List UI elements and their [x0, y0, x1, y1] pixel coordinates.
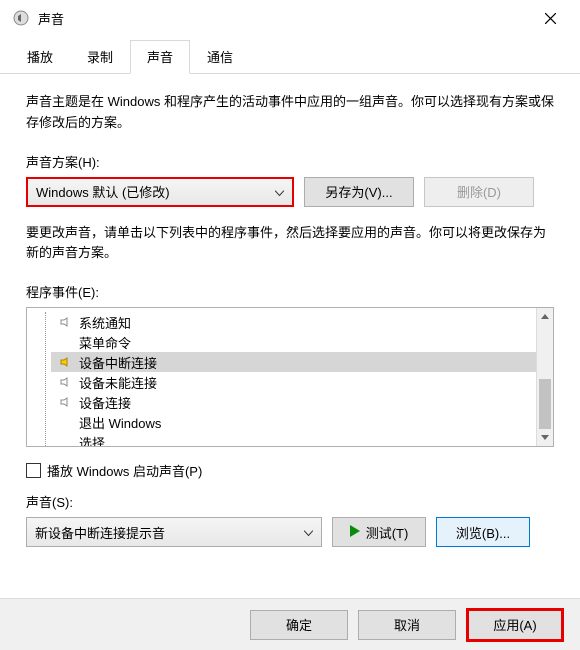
chevron-down-icon [275, 184, 284, 199]
speaker-muted-icon [57, 396, 75, 408]
scheme-value: Windows 默认 (已修改) [36, 182, 170, 201]
event-name: 菜单命令 [79, 333, 131, 352]
window-title: 声音 [38, 9, 528, 28]
tab-playback[interactable]: 播放 [10, 40, 70, 73]
content: 声音主题是在 Windows 和程序产生的活动事件中应用的一组声音。你可以选择现… [0, 74, 580, 547]
list-item[interactable]: 退出 Windows [51, 412, 553, 432]
event-name: 退出 Windows [79, 413, 161, 432]
list-item[interactable]: 设备连接 [51, 392, 553, 412]
description-2: 要更改声音，请单击以下列表中的程序事件，然后选择要应用的声音。你可以将更改保存为… [26, 223, 554, 265]
scrollbar[interactable] [536, 308, 553, 446]
tab-communications[interactable]: 通信 [190, 40, 250, 73]
scroll-down-button[interactable] [537, 429, 553, 446]
tree-line [45, 312, 46, 446]
event-name: 设备连接 [79, 393, 131, 412]
speaker-muted-icon [57, 316, 75, 328]
tab-sounds[interactable]: 声音 [130, 40, 190, 74]
startup-sound-label: 播放 Windows 启动声音(P) [47, 461, 202, 480]
scroll-up-button[interactable] [537, 308, 553, 325]
speaker-active-icon [57, 356, 75, 368]
cancel-button[interactable]: 取消 [358, 610, 456, 640]
sound-label: 声音(S): [26, 492, 554, 511]
delete-button: 删除(D) [424, 177, 534, 207]
dialog-buttons: 确定 取消 应用(A) [0, 598, 580, 650]
events-listbox[interactable]: 系统通知 菜单命令 设备中断连接 设备未能连接 设备连接 退出 Windows … [26, 307, 554, 447]
description-1: 声音主题是在 Windows 和程序产生的活动事件中应用的一组声音。你可以选择现… [26, 92, 554, 134]
scroll-thumb[interactable] [539, 379, 551, 429]
titlebar: 声音 [0, 0, 580, 36]
event-name: 选择 [79, 433, 105, 448]
startup-sound-checkbox[interactable] [26, 463, 41, 478]
tab-recording[interactable]: 录制 [70, 40, 130, 73]
scheme-label: 声音方案(H): [26, 152, 554, 171]
sound-dropdown[interactable]: 新设备中断连接提示音 [26, 517, 322, 547]
list-item-selected[interactable]: 设备中断连接 [51, 352, 553, 372]
test-label: 测试(T) [366, 523, 409, 542]
close-button[interactable] [528, 3, 572, 33]
events-label: 程序事件(E): [26, 282, 554, 301]
save-as-button[interactable]: 另存为(V)... [304, 177, 414, 207]
sound-value: 新设备中断连接提示音 [35, 523, 165, 542]
startup-sound-row: 播放 Windows 启动声音(P) [26, 461, 554, 480]
scheme-row: Windows 默认 (已修改) 另存为(V)... 删除(D) [26, 177, 554, 207]
list-item[interactable]: 系统通知 [51, 312, 553, 332]
event-name: 设备中断连接 [79, 353, 157, 372]
tabs: 播放 录制 声音 通信 [0, 36, 580, 74]
event-name: 设备未能连接 [79, 373, 157, 392]
list-item[interactable]: 设备未能连接 [51, 372, 553, 392]
test-button[interactable]: 测试(T) [332, 517, 426, 547]
sound-icon [12, 9, 30, 27]
browse-button[interactable]: 浏览(B)... [436, 517, 530, 547]
list-item[interactable]: 选择 [51, 432, 553, 447]
sound-row: 新设备中断连接提示音 测试(T) 浏览(B)... [26, 517, 554, 547]
event-name: 系统通知 [79, 313, 131, 332]
play-icon [350, 525, 360, 540]
list-item[interactable]: 菜单命令 [51, 332, 553, 352]
speaker-muted-icon [57, 376, 75, 388]
apply-button[interactable]: 应用(A) [466, 608, 564, 642]
ok-button[interactable]: 确定 [250, 610, 348, 640]
scheme-dropdown[interactable]: Windows 默认 (已修改) [26, 177, 294, 207]
chevron-down-icon [304, 525, 313, 540]
